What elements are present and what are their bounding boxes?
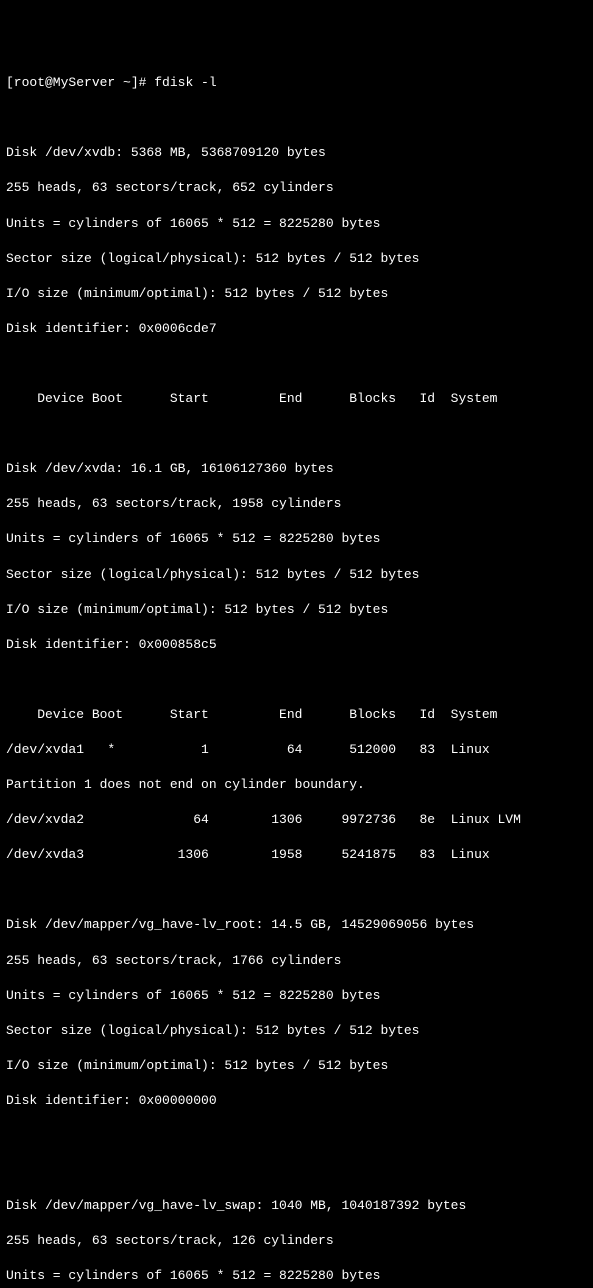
- shell-prompt: [root@MyServer ~]#: [6, 75, 154, 90]
- output-line: Units = cylinders of 16065 * 512 = 82252…: [6, 988, 380, 1003]
- output-line: 255 heads, 63 sectors/track, 1766 cylind…: [6, 953, 341, 968]
- partition-row: /dev/xvda3 1306 1958 5241875 83 Linux: [6, 847, 490, 862]
- output-line: Disk /dev/mapper/vg_have-lv_swap: 1040 M…: [6, 1198, 466, 1213]
- output-line: I/O size (minimum/optimal): 512 bytes / …: [6, 602, 388, 617]
- output-line: Disk identifier: 0x00000000: [6, 1093, 217, 1108]
- output-line: Units = cylinders of 16065 * 512 = 82252…: [6, 531, 380, 546]
- partition-header: Device Boot Start End Blocks Id System: [6, 707, 497, 722]
- output-line: Disk identifier: 0x000858c5: [6, 637, 217, 652]
- prompt-line: [root@MyServer ~]# fdisk -l: [6, 75, 217, 90]
- output-line: Disk identifier: 0x0006cde7: [6, 321, 217, 336]
- output-line: Sector size (logical/physical): 512 byte…: [6, 251, 419, 266]
- output-line: I/O size (minimum/optimal): 512 bytes / …: [6, 1058, 388, 1073]
- output-line: Units = cylinders of 16065 * 512 = 82252…: [6, 216, 380, 231]
- command-text: fdisk -l: [154, 75, 216, 90]
- output-line: 255 heads, 63 sectors/track, 126 cylinde…: [6, 1233, 334, 1248]
- output-line: Units = cylinders of 16065 * 512 = 82252…: [6, 1268, 380, 1283]
- output-line: Sector size (logical/physical): 512 byte…: [6, 1023, 419, 1038]
- partition-row: /dev/xvda1 * 1 64 512000 83 Linux: [6, 742, 490, 757]
- partition-row: /dev/xvda2 64 1306 9972736 8e Linux LVM: [6, 812, 521, 827]
- output-line: Sector size (logical/physical): 512 byte…: [6, 567, 419, 582]
- output-line: Partition 1 does not end on cylinder bou…: [6, 777, 365, 792]
- output-line: 255 heads, 63 sectors/track, 1958 cylind…: [6, 496, 341, 511]
- output-line: 255 heads, 63 sectors/track, 652 cylinde…: [6, 180, 334, 195]
- output-line: Disk /dev/mapper/vg_have-lv_root: 14.5 G…: [6, 917, 474, 932]
- output-line: Disk /dev/xvdb: 5368 MB, 5368709120 byte…: [6, 145, 326, 160]
- partition-header: Device Boot Start End Blocks Id System: [6, 391, 497, 406]
- output-line: Disk /dev/xvda: 16.1 GB, 16106127360 byt…: [6, 461, 334, 476]
- output-line: I/O size (minimum/optimal): 512 bytes / …: [6, 286, 388, 301]
